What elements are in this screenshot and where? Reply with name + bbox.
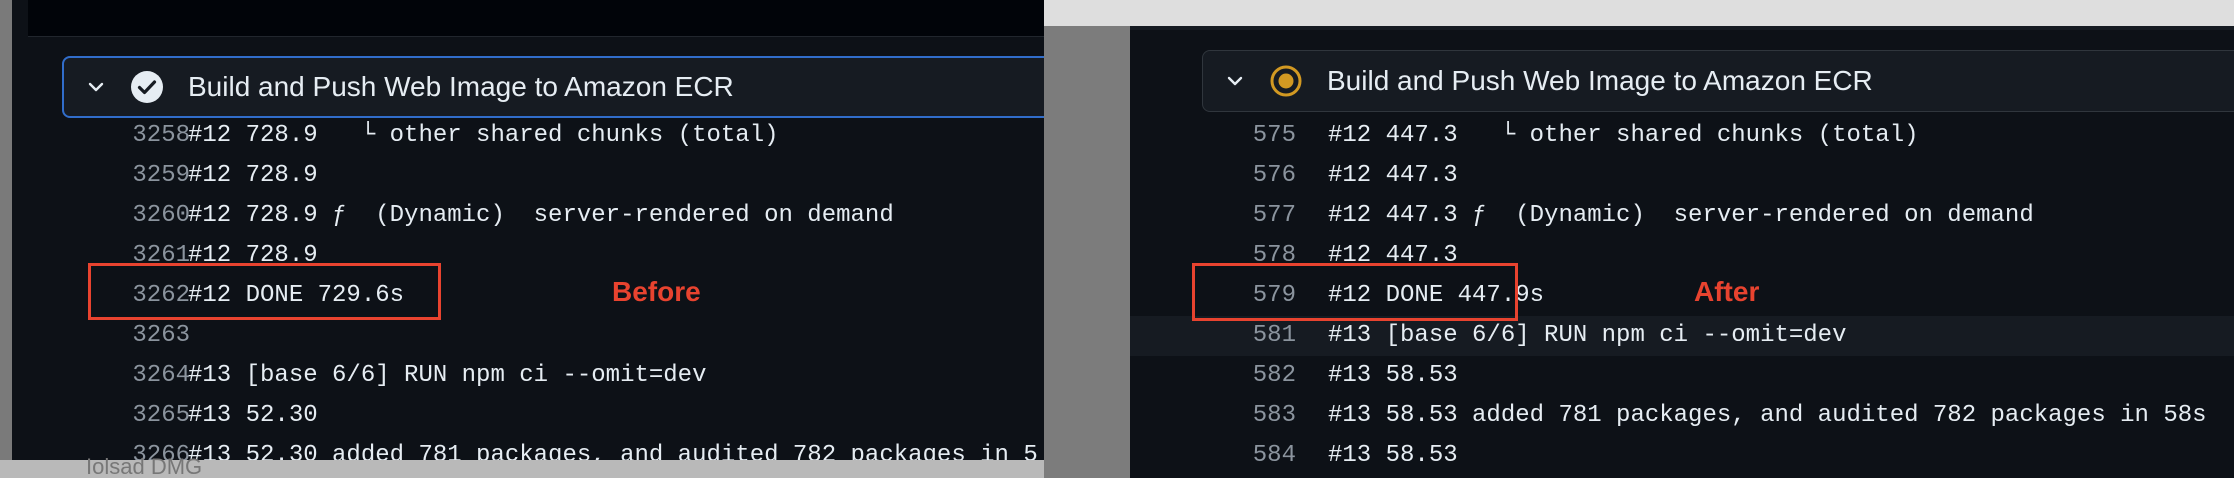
line-text: #12 728.9 └ other shared chunks (total) [188, 122, 779, 149]
window-top-strip [1044, 0, 2234, 26]
log-line: 3265 #13 52.30 [0, 396, 1044, 436]
annotation-label: After [1694, 276, 1760, 307]
line-number[interactable]: 3260 [90, 196, 190, 236]
chevron-down-icon[interactable] [1225, 71, 1245, 91]
line-text: #13 52.30 [188, 402, 318, 429]
line-number[interactable]: 584 [1186, 436, 1296, 476]
line-number[interactable]: 577 [1186, 196, 1296, 236]
check-circle-icon [130, 70, 164, 104]
taskbar-strip: Iolsad DMG [0, 454, 1044, 478]
taskbar-label: Iolsad DMG [86, 454, 203, 478]
log-line: 582 #13 58.53 [1130, 356, 2234, 396]
step-title: Build and Push Web Image to Amazon ECR [188, 71, 734, 102]
line-text: #12 447.3 [1328, 162, 1458, 189]
log-line: 584 #13 58.53 [1130, 436, 2234, 476]
line-text: #12 728.9 [188, 162, 318, 189]
line-text: #12 728.9 ƒ (Dynamic) server-rendered on… [188, 202, 894, 229]
after-log-panel: Build and Push Web Image to Amazon ECR 5… [1044, 0, 2234, 478]
log-line: 576 #12 447.3 [1130, 156, 2234, 196]
before-log-panel: Build and Push Web Image to Amazon ECR 3… [0, 0, 1044, 478]
line-number[interactable]: 576 [1186, 156, 1296, 196]
line-number[interactable]: 583 [1186, 396, 1296, 436]
log-line: 3260 #12 728.9 ƒ (Dynamic) server-rendere… [0, 196, 1044, 236]
line-number[interactable]: 582 [1186, 356, 1296, 396]
line-text: #12 447.3 └ other shared chunks (total) [1328, 122, 1919, 149]
line-number[interactable]: 575 [1186, 116, 1296, 156]
line-number[interactable]: 581 [1186, 316, 1296, 356]
log-line: 575 #12 447.3 └ other shared chunks (tota… [1130, 116, 2234, 156]
log-line: 3263 [0, 316, 1044, 356]
log-line: 583 #13 58.53 added 781 packages, and aud… [1130, 396, 2234, 436]
line-text: #13 [base 6/6] RUN npm ci --omit=dev [1328, 322, 1847, 349]
job-top-bar [1130, 26, 2234, 30]
line-number[interactable]: 3265 [90, 396, 190, 436]
line-text: #13 58.53 [1328, 442, 1458, 469]
job-top-bar [28, 0, 1044, 37]
line-text: #13 58.53 added 781 packages, and audite… [1328, 402, 2207, 429]
log-line-hovered: 581 #13 [base 6/6] RUN npm ci --omit=dev [1130, 316, 2234, 356]
highlight-box [1192, 263, 1518, 321]
line-number[interactable]: 3264 [90, 356, 190, 396]
log-line: 577 #12 447.3 ƒ (Dynamic) server-rendered… [1130, 196, 2234, 236]
line-number[interactable]: 3258 [90, 116, 190, 156]
in-progress-icon [1269, 64, 1303, 98]
step-header-build-push[interactable]: Build and Push Web Image to Amazon ECR [62, 56, 1044, 118]
highlight-box [88, 263, 441, 320]
log-line: 3259 #12 728.9 [0, 156, 1044, 196]
line-number[interactable]: 3263 [90, 316, 190, 356]
annotation-label: Before [612, 276, 701, 307]
line-text: #13 [base 6/6] RUN npm ci --omit=dev [188, 362, 707, 389]
step-header-build-push[interactable]: Build and Push Web Image to Amazon ECR [1202, 50, 2234, 112]
line-number[interactable]: 3259 [90, 156, 190, 196]
step-title: Build and Push Web Image to Amazon ECR [1327, 65, 1873, 96]
chevron-down-icon[interactable] [86, 77, 106, 97]
log-line: 3264 #13 [base 6/6] RUN npm ci --omit=dev [0, 356, 1044, 396]
line-text: #12 447.3 ƒ (Dynamic) server-rendered on… [1328, 202, 2034, 229]
log-line: 3258 #12 728.9 └ other shared chunks (tot… [0, 116, 1044, 156]
after-log-view: Build and Push Web Image to Amazon ECR 5… [1130, 26, 2234, 478]
line-text: #13 58.53 [1328, 362, 1458, 389]
